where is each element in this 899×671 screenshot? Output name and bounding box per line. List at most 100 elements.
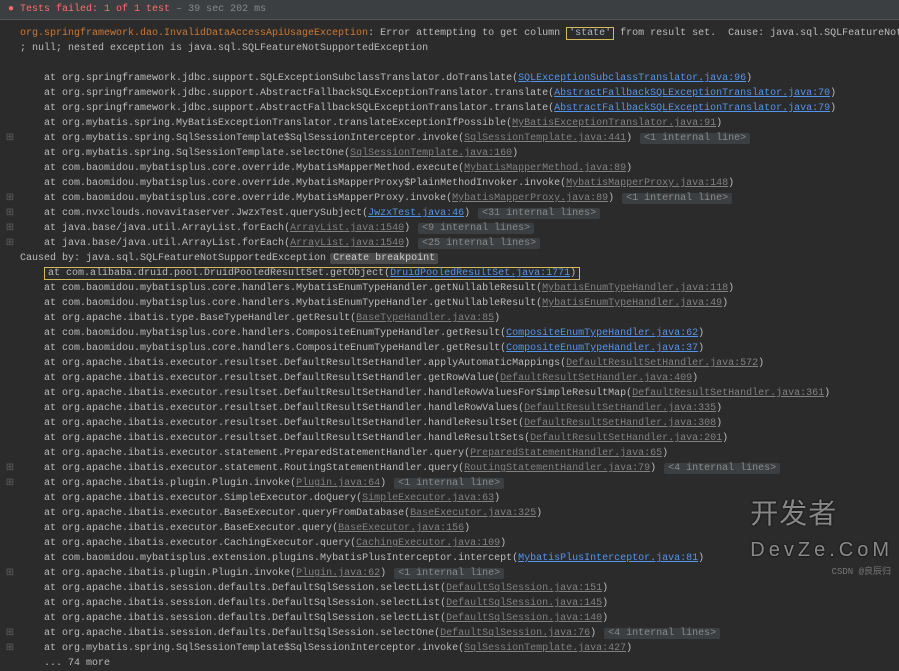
source-link[interactable]: Plugin.java:64 — [296, 478, 380, 489]
source-link[interactable]: BaseTypeHandler.java:85 — [356, 313, 494, 324]
source-link[interactable]: DefaultSqlSession.java:145 — [446, 598, 602, 609]
gutter-icon[interactable] — [4, 326, 16, 341]
gutter-icon[interactable] — [4, 416, 16, 431]
internal-lines[interactable]: <4 internal lines> — [664, 463, 780, 474]
stack-frame: at org.apache.ibatis.executor.resultset.… — [4, 431, 895, 446]
gutter-icon[interactable]: ⊞ — [4, 206, 16, 221]
create-breakpoint[interactable]: Create breakpoint — [330, 253, 438, 264]
gutter-icon[interactable]: ⊞ — [4, 221, 16, 236]
gutter-icon[interactable]: ⊞ — [4, 641, 16, 656]
gutter-icon[interactable] — [4, 41, 16, 56]
gutter-icon[interactable] — [4, 521, 16, 536]
source-link[interactable]: MybatisPlusInterceptor.java:81 — [518, 553, 698, 564]
gutter-icon[interactable] — [4, 101, 16, 116]
more-frames[interactable]: ... 74 more — [4, 656, 895, 671]
gutter-icon[interactable] — [4, 311, 16, 326]
source-link[interactable]: CompositeEnumTypeHandler.java:62 — [506, 328, 698, 339]
internal-lines[interactable]: <1 internal line> — [394, 478, 504, 489]
internal-lines[interactable]: <1 internal line> — [640, 133, 750, 144]
stack-frame: at org.apache.ibatis.session.defaults.De… — [4, 581, 895, 596]
source-link[interactable]: MyBatisExceptionTranslator.java:91 — [512, 118, 716, 129]
source-link[interactable]: JwzxTest.java:46 — [368, 208, 464, 219]
gutter-icon[interactable] — [4, 371, 16, 386]
gutter-icon[interactable]: ⊞ — [4, 476, 16, 491]
stack-frame: ⊞ at org.apache.ibatis.executor.statemen… — [4, 461, 895, 476]
source-link[interactable]: RoutingStatementHandler.java:79 — [464, 463, 650, 474]
gutter-icon[interactable] — [4, 506, 16, 521]
source-link[interactable]: DefaultResultSetHandler.java:572 — [566, 358, 758, 369]
source-link[interactable]: CompositeEnumTypeHandler.java:37 — [506, 343, 698, 354]
source-link[interactable]: DefaultResultSetHandler.java:201 — [530, 433, 722, 444]
source-link[interactable]: SqlSessionTemplate.java:160 — [350, 148, 512, 159]
gutter-icon[interactable] — [4, 266, 16, 281]
source-link[interactable]: DefaultResultSetHandler.java:308 — [524, 418, 716, 429]
stack-frame: ⊞ at org.mybatis.spring.SqlSessionTempla… — [4, 131, 895, 146]
stack-frame: at org.apache.ibatis.session.defaults.De… — [4, 611, 895, 626]
gutter-icon[interactable] — [4, 596, 16, 611]
exception-line: org.springframework.dao.InvalidDataAcces… — [4, 26, 895, 41]
source-link[interactable]: DefaultSqlSession.java:140 — [446, 613, 602, 624]
internal-lines[interactable]: <25 internal lines> — [418, 238, 540, 249]
internal-lines[interactable]: <31 internal lines> — [478, 208, 600, 219]
stack-frame: ⊞ at org.apache.ibatis.plugin.Plugin.inv… — [4, 476, 895, 491]
gutter-icon[interactable] — [4, 86, 16, 101]
gutter-icon[interactable]: ⊞ — [4, 461, 16, 476]
gutter-icon[interactable]: ⊞ — [4, 131, 16, 146]
source-link[interactable]: DefaultSqlSession.java:76 — [440, 628, 590, 639]
gutter-icon[interactable] — [4, 176, 16, 191]
source-link[interactable]: SqlSessionTemplate.java:441 — [464, 133, 626, 144]
source-link[interactable]: AbstractFallbackSQLExceptionTranslator.j… — [554, 88, 830, 99]
source-link[interactable]: MybatisMapperMethod.java:89 — [464, 163, 626, 174]
gutter-icon[interactable] — [4, 656, 16, 671]
gutter-icon[interactable]: ⊞ — [4, 236, 16, 251]
gutter-icon[interactable] — [4, 386, 16, 401]
gutter-icon[interactable] — [4, 251, 16, 266]
internal-lines[interactable]: <4 internal lines> — [604, 628, 720, 639]
internal-lines[interactable]: <1 internal line> — [394, 568, 504, 579]
gutter-icon[interactable] — [4, 491, 16, 506]
source-link[interactable]: SQLExceptionSubclassTranslator.java:96 — [518, 73, 746, 84]
gutter-icon[interactable] — [4, 26, 16, 41]
source-link[interactable]: Plugin.java:62 — [296, 568, 380, 579]
gutter-icon[interactable] — [4, 356, 16, 371]
source-link[interactable]: AbstractFallbackSQLExceptionTranslator.j… — [554, 103, 830, 114]
stack-frame: at com.baomidou.mybatisplus.core.handler… — [4, 296, 895, 311]
gutter-icon[interactable] — [4, 551, 16, 566]
gutter-icon[interactable] — [4, 116, 16, 131]
source-link[interactable]: DefaultResultSetHandler.java:409 — [500, 373, 692, 384]
gutter-icon[interactable] — [4, 581, 16, 596]
source-link[interactable]: SimpleExecutor.java:63 — [362, 493, 494, 504]
gutter-icon[interactable] — [4, 341, 16, 356]
source-link[interactable]: MybatisMapperProxy.java:148 — [566, 178, 728, 189]
source-link[interactable]: MybatisMapperProxy.java:89 — [452, 193, 608, 204]
source-link[interactable]: PreparedStatementHandler.java:65 — [470, 448, 662, 459]
gutter-icon[interactable] — [4, 446, 16, 461]
source-link[interactable]: MybatisEnumTypeHandler.java:49 — [542, 298, 722, 309]
source-link[interactable]: DefaultResultSetHandler.java:361 — [632, 388, 824, 399]
source-link[interactable]: ArrayList.java:1540 — [290, 223, 404, 234]
internal-lines[interactable]: <1 internal line> — [622, 193, 732, 204]
gutter-icon[interactable] — [4, 401, 16, 416]
source-link[interactable]: CachingExecutor.java:109 — [356, 538, 500, 549]
gutter-icon[interactable]: ⊞ — [4, 191, 16, 206]
gutter-icon[interactable] — [4, 611, 16, 626]
gutter-icon[interactable] — [4, 56, 16, 71]
source-link[interactable]: SqlSessionTemplate.java:427 — [464, 643, 626, 654]
source-link[interactable]: MybatisEnumTypeHandler.java:118 — [542, 283, 728, 294]
gutter-icon[interactable]: ⊞ — [4, 626, 16, 641]
gutter-icon[interactable] — [4, 296, 16, 311]
source-link[interactable]: DefaultSqlSession.java:151 — [446, 583, 602, 594]
source-link[interactable]: ArrayList.java:1540 — [290, 238, 404, 249]
gutter-icon[interactable] — [4, 71, 16, 86]
internal-lines[interactable]: <9 internal lines> — [418, 223, 534, 234]
gutter-icon[interactable]: ⊞ — [4, 566, 16, 581]
gutter-icon[interactable] — [4, 161, 16, 176]
gutter-icon[interactable] — [4, 281, 16, 296]
gutter-icon[interactable] — [4, 146, 16, 161]
gutter-icon[interactable] — [4, 536, 16, 551]
source-link[interactable]: BaseExecutor.java:325 — [410, 508, 536, 519]
source-link[interactable]: DruidPooledResultSet.java:1771 — [390, 268, 570, 279]
source-link[interactable]: BaseExecutor.java:156 — [338, 523, 464, 534]
gutter-icon[interactable] — [4, 431, 16, 446]
source-link[interactable]: DefaultResultSetHandler.java:335 — [524, 403, 716, 414]
